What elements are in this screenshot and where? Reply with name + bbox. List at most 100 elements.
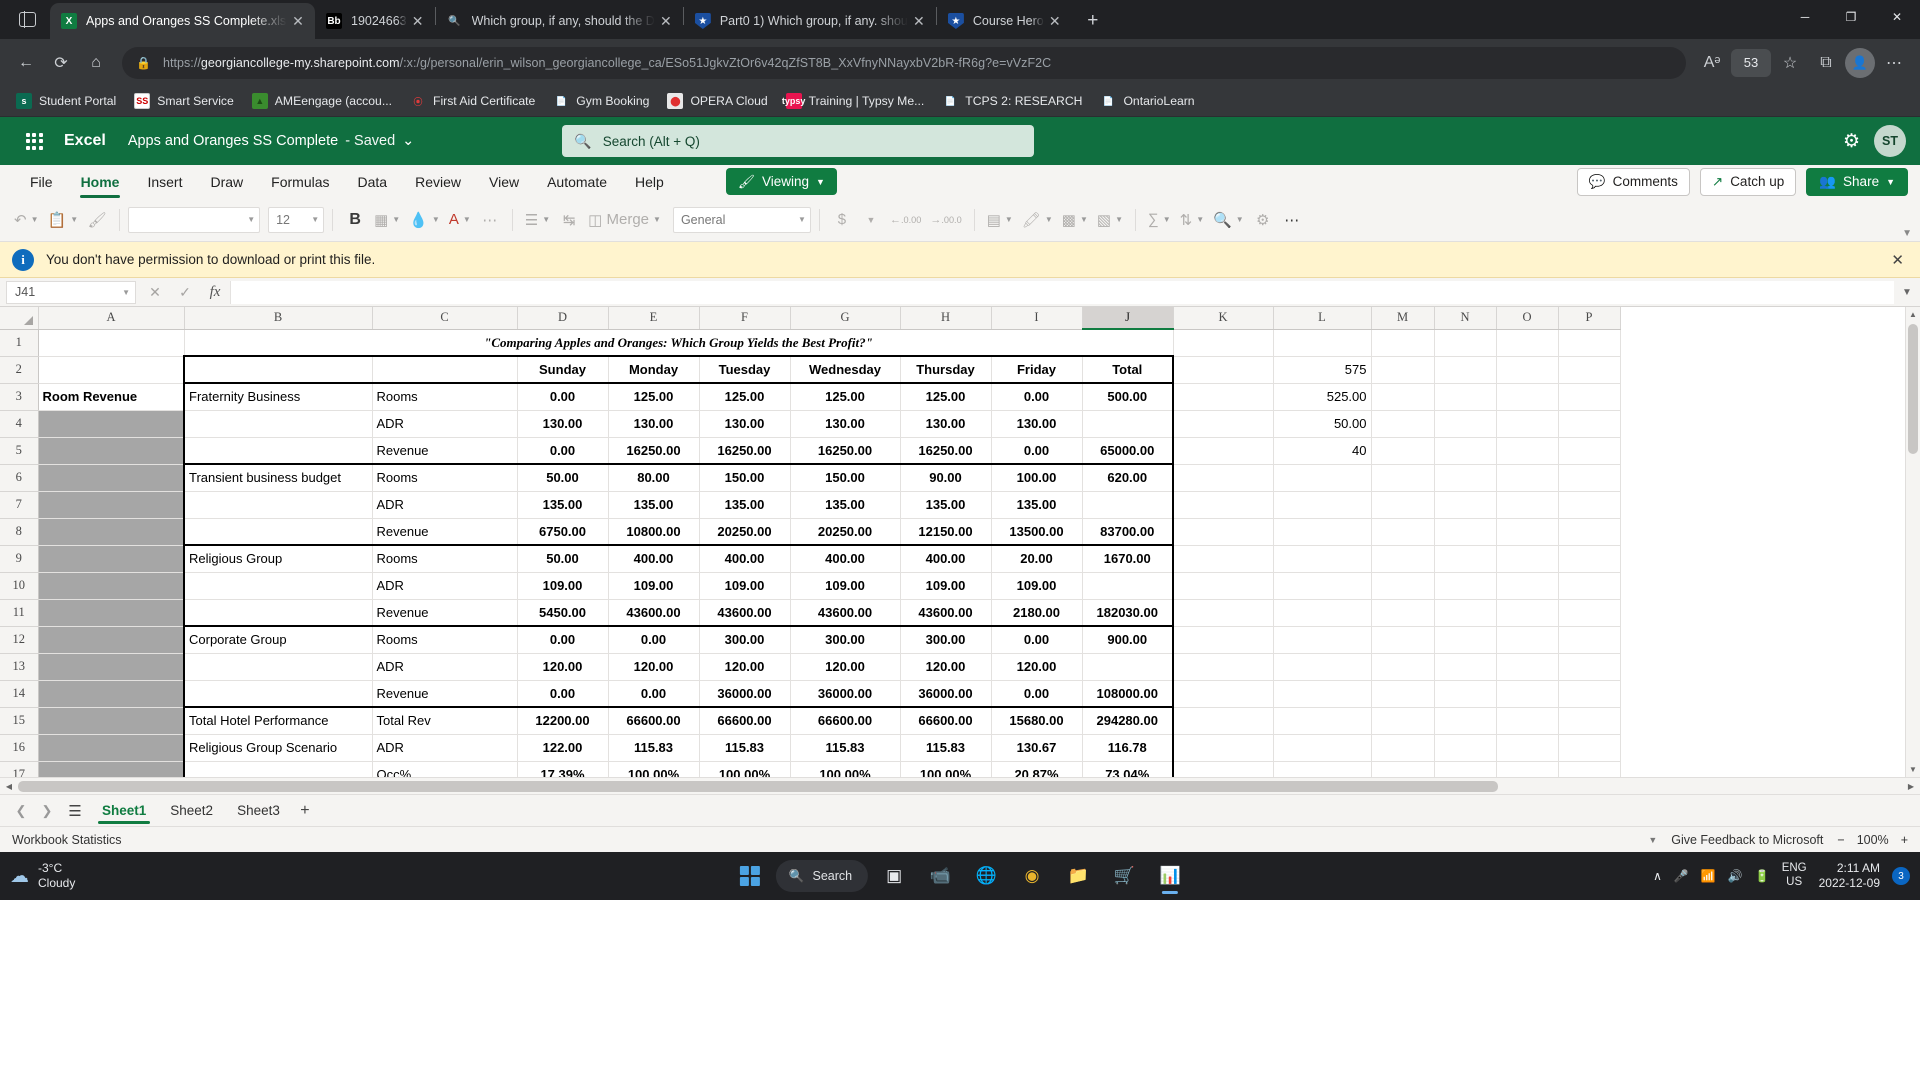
cell-E15[interactable]: 66600.00 <box>608 707 700 735</box>
cell-I12[interactable]: 0.00 <box>991 626 1083 654</box>
status-chevron-icon[interactable]: ▼ <box>1648 835 1657 845</box>
cell-K16[interactable] <box>1173 734 1274 762</box>
conditional-formatting-icon[interactable]: ▤ ▼ <box>983 205 1017 235</box>
cell-O1[interactable] <box>1496 329 1559 357</box>
cell-O11[interactable] <box>1496 599 1559 627</box>
cell-E4[interactable]: 130.00 <box>608 410 700 438</box>
back-icon[interactable]: ← <box>9 46 43 80</box>
home-icon[interactable]: ⌂ <box>79 46 113 80</box>
decrease-decimal-icon[interactable]: ← .0.00 <box>886 205 925 235</box>
cell-P13[interactable] <box>1558 653 1621 681</box>
cell-F11[interactable]: 43600.00 <box>699 599 791 627</box>
cell-M8[interactable] <box>1371 518 1435 546</box>
cell-N13[interactable] <box>1434 653 1497 681</box>
cell-E3[interactable]: 125.00 <box>608 382 700 411</box>
font-color-icon[interactable]: A ▼ <box>445 205 475 235</box>
cell-L3[interactable]: 525.00 <box>1273 383 1372 411</box>
chevron-down-icon[interactable]: ▼ <box>857 205 885 235</box>
cell-A6[interactable] <box>38 464 185 492</box>
cell-L11[interactable] <box>1273 599 1372 627</box>
cell-K2[interactable] <box>1173 356 1274 384</box>
vertical-scrollbar[interactable]: ▲ ▼ <box>1905 307 1920 777</box>
more-font-options-icon[interactable]: ⋯ <box>476 205 504 235</box>
cell-E11[interactable]: 43600.00 <box>608 599 700 627</box>
cell-L17[interactable] <box>1273 761 1372 777</box>
cell-M14[interactable] <box>1371 680 1435 708</box>
bookmark-typsy-training[interactable]: typsy Training | Typsy Me... <box>778 89 933 114</box>
cell-B14[interactable] <box>183 680 373 708</box>
cell-A9[interactable] <box>38 545 185 573</box>
cell-I17[interactable]: 20.87% <box>991 761 1083 777</box>
next-sheet-icon[interactable]: ❯ <box>34 803 60 819</box>
find-select-icon[interactable]: 🔍 ▼ <box>1209 205 1248 235</box>
currency-format-icon[interactable]: $ <box>828 205 856 235</box>
cell-H10[interactable]: 109.00 <box>900 572 992 600</box>
cell-K8[interactable] <box>1173 518 1274 546</box>
merge-cells-button[interactable]: ◫ Merge ▼ <box>584 205 665 235</box>
cell-M13[interactable] <box>1371 653 1435 681</box>
tab-data[interactable]: Data <box>344 165 402 198</box>
horizontal-scroll-thumb[interactable] <box>18 780 1498 792</box>
collections-badge[interactable]: 53 <box>1731 48 1771 77</box>
cell-I9[interactable]: 20.00 <box>991 545 1083 573</box>
cell-D9[interactable]: 50.00 <box>517 545 609 573</box>
taskbar-search-box[interactable]: 🔍 Search <box>775 860 869 892</box>
cell-M10[interactable] <box>1371 572 1435 600</box>
column-header-J[interactable]: J <box>1082 307 1174 330</box>
cell-K7[interactable] <box>1173 491 1274 519</box>
cell-D14[interactable]: 0.00 <box>517 680 609 708</box>
tab-search-button[interactable] <box>4 0 50 39</box>
row-header-4[interactable]: 4 <box>0 410 39 438</box>
cell-J17[interactable]: 73.04% <box>1082 761 1174 777</box>
cell-H15[interactable]: 66600.00 <box>900 707 992 735</box>
row-header-1[interactable]: 1 <box>0 329 39 357</box>
cell-C8-metric[interactable]: Revenue <box>372 518 518 546</box>
cell-I16[interactable]: 130.67 <box>991 734 1083 762</box>
cell-G9[interactable]: 400.00 <box>790 545 901 573</box>
tab-help[interactable]: Help <box>621 165 678 198</box>
cell-C17-metric[interactable]: Occ% <box>372 761 518 777</box>
cell-L6[interactable] <box>1273 464 1372 492</box>
cell-H8[interactable]: 12150.00 <box>900 518 992 546</box>
all-sheets-menu-icon[interactable]: ☰ <box>60 802 90 820</box>
cell-B8[interactable] <box>183 518 373 546</box>
cell-C2[interactable] <box>372 355 518 384</box>
tab-formulas[interactable]: Formulas <box>257 165 343 198</box>
cell-L7[interactable] <box>1273 491 1372 519</box>
cell-B1-title[interactable]: "Comparing Apples and Oranges: Which Gro… <box>184 329 1174 357</box>
cell-A4[interactable] <box>38 410 185 438</box>
cell-C14-metric[interactable]: Revenue <box>372 680 518 708</box>
cell-M7[interactable] <box>1371 491 1435 519</box>
tab-view[interactable]: View <box>475 165 533 198</box>
feedback-label[interactable]: Give Feedback to Microsoft <box>1671 833 1823 847</box>
share-button[interactable]: 👥 Share ▼ <box>1806 167 1908 196</box>
cell-G10[interactable]: 109.00 <box>790 572 901 600</box>
row-header-15[interactable]: 15 <box>0 707 39 735</box>
cell-H12[interactable]: 300.00 <box>900 626 992 654</box>
cell-B6-group[interactable]: Transient business budget <box>183 464 373 492</box>
cell-C16-metric[interactable]: ADR <box>372 734 518 762</box>
cell-O9[interactable] <box>1496 545 1559 573</box>
cell-G8[interactable]: 20250.00 <box>790 518 901 546</box>
cell-I13[interactable]: 120.00 <box>991 653 1083 681</box>
cell-I2-friday[interactable]: Friday <box>991 355 1083 384</box>
mic-icon[interactable]: 🎤 <box>1674 869 1689 883</box>
read-aloud-icon[interactable]: Aᵊ <box>1695 46 1729 80</box>
cell-G6[interactable]: 150.00 <box>790 464 901 492</box>
volume-icon[interactable]: 🔊 <box>1728 869 1743 883</box>
cell-K5[interactable] <box>1173 437 1274 465</box>
reload-icon[interactable]: ⟳ <box>44 46 78 80</box>
cell-H9[interactable]: 400.00 <box>900 545 992 573</box>
cell-K17[interactable] <box>1173 761 1274 777</box>
row-header-3[interactable]: 3 <box>0 383 39 411</box>
cell-N15[interactable] <box>1434 707 1497 735</box>
wrap-text-icon[interactable]: ↹ <box>555 205 583 235</box>
cell-B12-group[interactable]: Corporate Group <box>183 626 373 654</box>
cell-N16[interactable] <box>1434 734 1497 762</box>
scroll-right-icon[interactable]: ▶ <box>1902 782 1920 791</box>
cell-J14[interactable]: 108000.00 <box>1082 680 1174 708</box>
app-launcher-icon[interactable] <box>14 121 54 161</box>
align-icon[interactable]: ☰ ▼ <box>521 205 554 235</box>
cell-D8[interactable]: 6750.00 <box>517 518 609 546</box>
language-indicator[interactable]: ENG US <box>1782 862 1807 890</box>
